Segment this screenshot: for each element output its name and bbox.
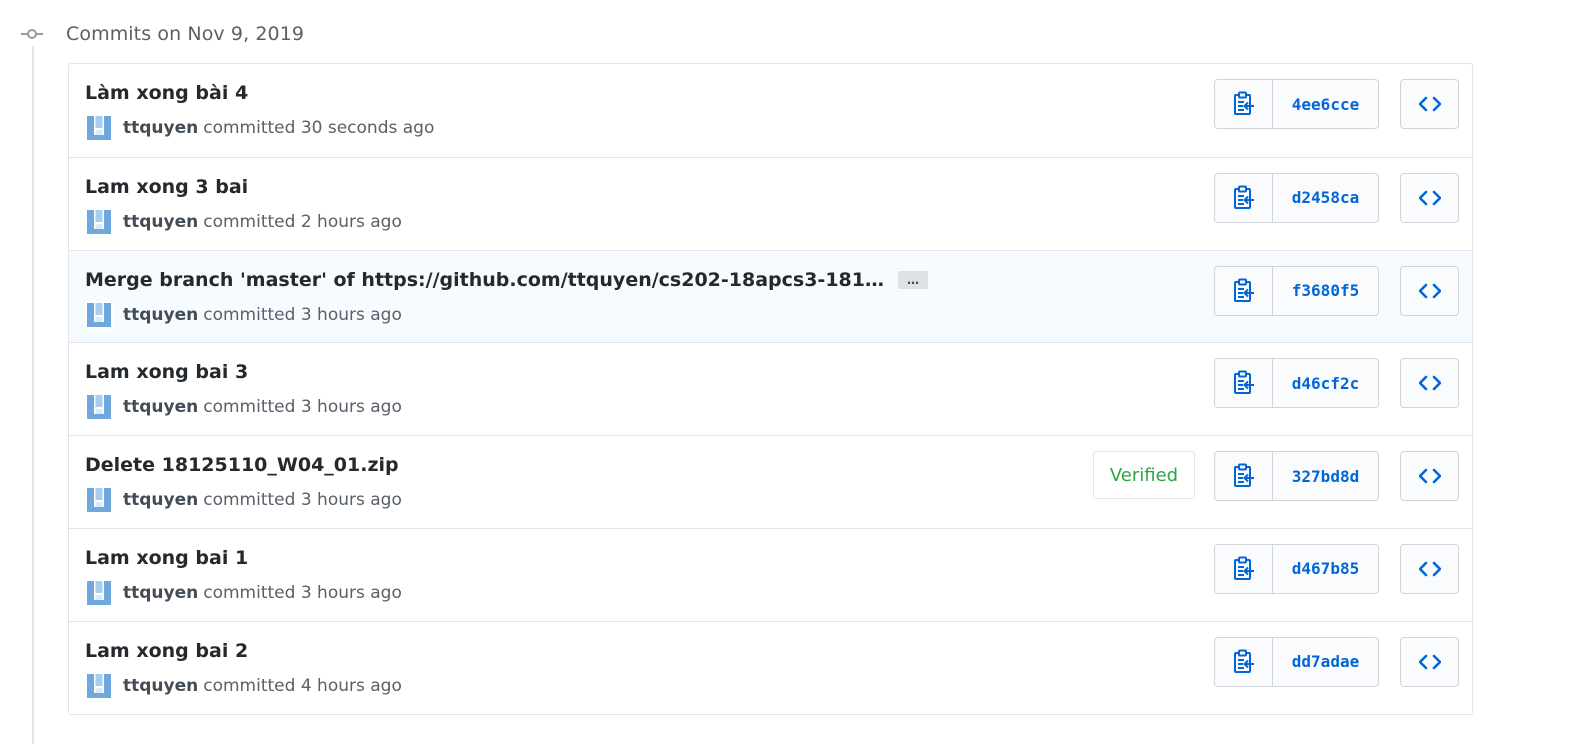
clippy-icon	[1232, 370, 1256, 396]
clippy-icon	[1232, 463, 1256, 489]
author-link[interactable]: ttquyen	[123, 305, 198, 325]
avatar[interactable]	[85, 486, 113, 514]
commit-row: Merge branch 'master' of https://github.…	[69, 249, 1472, 343]
commit-row: Lam xong bai 1 ttquyen committed 3 hours…	[69, 527, 1472, 621]
commit-time: committed 3 hours ago	[203, 582, 402, 603]
code-icon	[1419, 561, 1441, 577]
browse-repo-button[interactable]	[1400, 358, 1459, 409]
commit-message-link[interactable]: Merge branch 'master' of https://github.…	[85, 267, 884, 293]
author-link[interactable]: ttquyen	[123, 676, 198, 696]
browse-repo-button[interactable]	[1400, 543, 1459, 594]
commit-sha-button[interactable]: f3680f5	[1273, 267, 1378, 315]
author-link[interactable]: ttquyen	[123, 583, 198, 603]
code-icon	[1419, 283, 1441, 299]
commit-date-title: Commits on Nov 9, 2019	[66, 23, 305, 45]
clippy-icon	[1232, 649, 1256, 675]
commit-time: committed 3 hours ago	[203, 397, 402, 418]
copy-sha-button[interactable]	[1215, 173, 1273, 222]
code-icon	[1419, 190, 1441, 206]
sha-button-group: f3680f5	[1214, 265, 1379, 316]
commit-sha-button[interactable]: d46cf2c	[1273, 359, 1378, 407]
sha-button-group: d467b85	[1214, 543, 1379, 594]
browse-repo-button[interactable]	[1400, 79, 1459, 129]
commit-sha-button[interactable]: d467b85	[1273, 545, 1378, 593]
clippy-icon	[1232, 91, 1256, 117]
commit-time: committed 3 hours ago	[203, 304, 402, 325]
avatar[interactable]	[85, 579, 113, 607]
avatar[interactable]	[85, 208, 113, 236]
copy-sha-button[interactable]	[1215, 359, 1273, 408]
commit-row: Lam xong 3 bai ttquyen committed 2 hours…	[69, 156, 1472, 250]
commit-sha-button[interactable]: d2458ca	[1273, 174, 1378, 222]
sha-button-group: 327bd8d	[1214, 451, 1379, 502]
commit-message-link[interactable]: Lam xong bai 1	[85, 545, 248, 571]
browse-repo-button[interactable]	[1400, 265, 1459, 316]
code-icon	[1419, 654, 1441, 670]
commit-sha-button[interactable]: dd7adae	[1273, 638, 1378, 686]
sha-button-group: d2458ca	[1214, 172, 1379, 223]
copy-sha-button[interactable]	[1215, 452, 1273, 501]
commit-message-link[interactable]: Lam xong bai 3	[85, 359, 248, 385]
code-icon	[1419, 375, 1441, 391]
commit-row: Lam xong bai 3 ttquyen committed 3 hours…	[69, 342, 1472, 435]
author-link[interactable]: ttquyen	[123, 490, 198, 510]
code-icon	[1419, 96, 1441, 112]
commit-row: Delete 18125110_W04_01.zip ttquyen commi…	[69, 435, 1472, 528]
expand-message-button[interactable]: …	[897, 270, 928, 289]
browse-repo-button[interactable]	[1400, 636, 1459, 687]
commit-time: committed 4 hours ago	[203, 675, 402, 696]
verified-badge[interactable]: Verified	[1093, 451, 1195, 500]
avatar[interactable]	[85, 672, 113, 700]
clippy-icon	[1232, 278, 1256, 304]
browse-repo-button[interactable]	[1400, 451, 1459, 502]
commit-message-link[interactable]: Lam xong bai 2	[85, 638, 248, 664]
commit-message-link[interactable]: Lam xong 3 bai	[85, 174, 248, 200]
commit-sha-button[interactable]: 4ee6cce	[1273, 80, 1378, 128]
sha-button-group: d46cf2c	[1214, 358, 1379, 409]
commit-row: Làm xong bài 4 ttquyen committed 30 seco…	[69, 64, 1472, 157]
commit-time: committed 3 hours ago	[203, 490, 402, 511]
commit-time: committed 30 seconds ago	[203, 118, 435, 138]
copy-sha-button[interactable]	[1215, 637, 1273, 686]
sha-button-group: dd7adae	[1214, 636, 1379, 687]
clippy-icon	[1232, 556, 1256, 582]
commit-message-link[interactable]: Làm xong bài 4	[85, 80, 248, 106]
timeline-line	[32, 44, 34, 744]
code-icon	[1419, 468, 1441, 484]
copy-sha-button[interactable]	[1215, 80, 1273, 128]
commit-list: Làm xong bài 4 ttquyen committed 30 seco…	[68, 63, 1473, 715]
avatar[interactable]	[85, 301, 113, 329]
copy-sha-button[interactable]	[1215, 266, 1273, 315]
clippy-icon	[1232, 185, 1256, 211]
avatar[interactable]	[85, 393, 113, 421]
copy-sha-button[interactable]	[1215, 544, 1273, 593]
commit-sha-button[interactable]: 327bd8d	[1273, 452, 1378, 500]
sha-button-group: 4ee6cce	[1214, 79, 1379, 129]
commit-message-link[interactable]: Delete 18125110_W04_01.zip	[85, 452, 399, 478]
browse-repo-button[interactable]	[1400, 172, 1459, 223]
author-link[interactable]: ttquyen	[123, 397, 198, 417]
commit-time: committed 2 hours ago	[203, 211, 402, 232]
commit-row: Lam xong bai 2 ttquyen committed 4 hours…	[69, 620, 1472, 714]
avatar[interactable]	[85, 114, 113, 142]
author-link[interactable]: ttquyen	[123, 118, 198, 138]
commit-group-header: Commits on Nov 9, 2019	[20, 14, 304, 54]
git-commit-icon	[20, 22, 44, 46]
author-link[interactable]: ttquyen	[123, 212, 198, 232]
